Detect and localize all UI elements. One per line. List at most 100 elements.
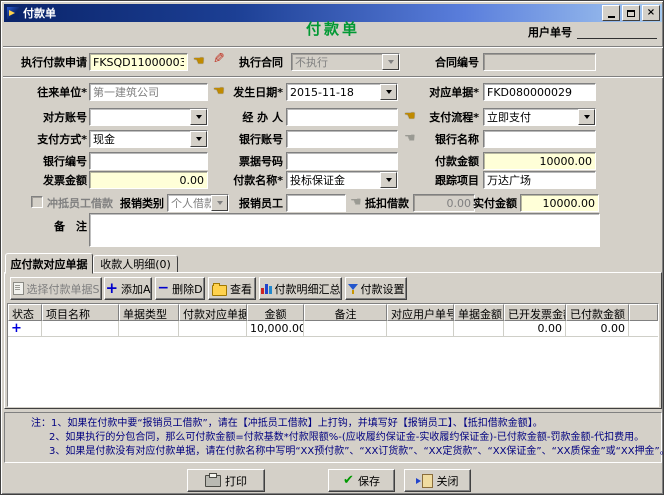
payment-flow-label: 支付流程* — [421, 111, 479, 124]
handler-input[interactable] — [286, 108, 398, 126]
reimburse-type-value: 个人借款 — [168, 195, 211, 211]
table-header-status[interactable]: 状态 — [8, 304, 42, 321]
save-button-label: 保存 — [358, 473, 380, 489]
corresponding-doc-input[interactable] — [483, 83, 596, 101]
tab-payable-docs[interactable]: 应付款对应单据 — [5, 253, 93, 274]
bill-no-input[interactable] — [286, 152, 398, 170]
occur-date-combo[interactable]: 2015-11-18 — [286, 83, 398, 101]
chevron-down-icon[interactable] — [190, 131, 207, 147]
maximize-button[interactable] — [622, 5, 640, 21]
note-line-3: 3、如果是付款没有对应付款单据，请在付款名称中写明“XX预付款”、“XX订货款”… — [49, 446, 664, 458]
occur-date-value: 2015-11-18 — [287, 84, 380, 100]
note-line-1: 注：1、如果在付款中要“报销员工借款”，请在【冲抵员工借款】上打钩，并填写好【报… — [31, 418, 543, 430]
divider — [3, 46, 663, 48]
view-button[interactable]: 查看 — [208, 277, 256, 300]
note-line-2: 2、如果执行的分包合同，那么可付款金额=付款基数*付款限额%-(应收履约保证金-… — [49, 432, 644, 444]
add-button[interactable]: 添加A — [104, 277, 152, 300]
view-button-label: 查看 — [230, 281, 252, 297]
bank-account-input[interactable] — [286, 130, 398, 148]
contract-no-input — [483, 53, 596, 71]
payable-docs-table: 状态 项目名称 单据类型 付款对应单据 金额 备注 对应用户单号 单据金额 已开… — [7, 303, 659, 407]
other-account-label: 对方账号 — [3, 111, 87, 124]
minimize-button[interactable] — [602, 5, 620, 21]
other-account-value — [90, 109, 190, 125]
chevron-down-icon[interactable] — [380, 84, 397, 100]
bank-account-label: 银行账号 — [227, 133, 283, 146]
reimburse-employee-input[interactable] — [286, 194, 346, 212]
table-header-user-doc-no[interactable]: 对应用户单号 — [387, 304, 454, 321]
delete-button[interactable]: 删除D — [155, 277, 205, 300]
save-button[interactable]: 保存 — [328, 469, 395, 492]
delete-button-label: 删除D — [172, 281, 202, 297]
row-user-doc-no-cell — [387, 321, 454, 337]
table-header-paid-amount[interactable]: 已付款金额 — [566, 304, 629, 321]
invoice-amount-input[interactable] — [89, 171, 208, 189]
row-pay-doc-cell — [179, 321, 247, 337]
tab-payable-docs-label: 应付款对应单据 — [11, 256, 88, 272]
table-header-remark[interactable]: 备注 — [304, 304, 387, 321]
minimize-icon — [608, 16, 615, 18]
reimburse-type-label: 报销类别 — [116, 197, 164, 210]
note-text-1: 1、如果在付款中要“报销员工借款”，请在【冲抵员工借款】上打钩，并填写好【报销员… — [51, 418, 543, 429]
tracking-project-input[interactable] — [483, 171, 596, 189]
close-window-button[interactable]: 关闭 — [404, 469, 471, 492]
payment-detail-summary-button[interactable]: 付款明细汇总 — [259, 277, 342, 300]
payment-flow-combo[interactable]: 立即支付 — [483, 108, 596, 126]
tab-payee-detail[interactable]: 收款人明细(0) — [93, 255, 178, 273]
print-button-label: 打印 — [225, 473, 247, 489]
add-button-label: 添加A — [121, 281, 151, 297]
payment-detail-summary-label: 付款明细汇总 — [275, 281, 341, 297]
bank-code-label: 银行编号 — [3, 155, 87, 168]
row-amount-cell: 10,000.00 — [247, 321, 304, 337]
bank-name-input[interactable] — [483, 130, 596, 148]
app-icon — [7, 7, 19, 19]
table-header-doc-amount[interactable]: 单据金额 — [454, 304, 504, 321]
chevron-down-icon[interactable] — [190, 109, 207, 125]
other-account-combo[interactable] — [89, 108, 208, 126]
payment-form-window: 付款单 × 付款单 用户单号 执行付款申请 执行合同 不执行 合同编号 往来单位… — [0, 0, 664, 495]
payment-name-label: 付款名称* — [227, 174, 283, 187]
remark-label: 备 注 — [41, 220, 87, 233]
table-header-doc-type[interactable]: 单据类型 — [119, 304, 179, 321]
remark-textarea[interactable] — [89, 213, 600, 247]
chevron-down-icon[interactable] — [380, 172, 397, 188]
lookup-hand-icon[interactable] — [193, 54, 209, 69]
chevron-down-icon[interactable] — [578, 109, 595, 125]
chevron-down-icon — [211, 195, 228, 211]
occur-date-label: 发生日期* — [227, 86, 283, 99]
maximize-icon — [627, 10, 635, 17]
exec-contract-value: 不执行 — [292, 54, 382, 70]
select-doc-icon — [13, 282, 24, 295]
print-button[interactable]: 打印 — [187, 469, 265, 492]
funnel-settings-icon — [348, 284, 358, 294]
payment-amount-input[interactable] — [483, 152, 596, 170]
edit-pen-icon[interactable] — [213, 52, 229, 68]
counterparty-label: 往来单位* — [3, 86, 87, 99]
table-header-amount[interactable]: 金额 — [247, 304, 304, 321]
table-header-row: 状态 项目名称 单据类型 付款对应单据 金额 备注 对应用户单号 单据金额 已开… — [8, 304, 658, 321]
printer-icon — [205, 475, 221, 487]
payment-settings-button[interactable]: 付款设置 — [345, 277, 407, 300]
corresponding-doc-label: 对应单据* — [421, 86, 479, 99]
reimburse-employee-label: 报销员工 — [233, 197, 283, 210]
select-payment-doc-label: 选择付款单据S — [27, 281, 100, 297]
table-header-project-name[interactable]: 项目名称 — [42, 304, 119, 321]
close-button[interactable]: × — [642, 5, 660, 21]
table-header-pay-doc[interactable]: 付款对应单据 — [179, 304, 247, 321]
row-invoiced-amount-cell: 0.00 — [504, 321, 566, 337]
counterparty-input — [89, 83, 208, 101]
actual-amount-input[interactable] — [520, 194, 599, 212]
payment-name-combo[interactable]: 投标保证金 — [286, 171, 398, 189]
lookup-hand-icon[interactable] — [404, 109, 420, 124]
bank-code-input[interactable] — [89, 152, 208, 170]
row-plus-icon: + — [11, 321, 22, 336]
chevron-down-icon — [382, 54, 399, 70]
table-row[interactable]: + 10,000.00 0.00 0.00 — [8, 321, 658, 337]
table-header-invoiced-amount[interactable]: 已开发票金额 — [504, 304, 566, 321]
user-no-input[interactable] — [577, 24, 657, 39]
tab-payee-detail-label: 收款人明细(0) — [100, 256, 171, 272]
deduct-loan-input — [413, 194, 475, 212]
payment-method-combo[interactable]: 现金 — [89, 130, 208, 148]
note-prefix: 注： — [31, 418, 51, 429]
exec-request-input[interactable] — [89, 53, 188, 71]
